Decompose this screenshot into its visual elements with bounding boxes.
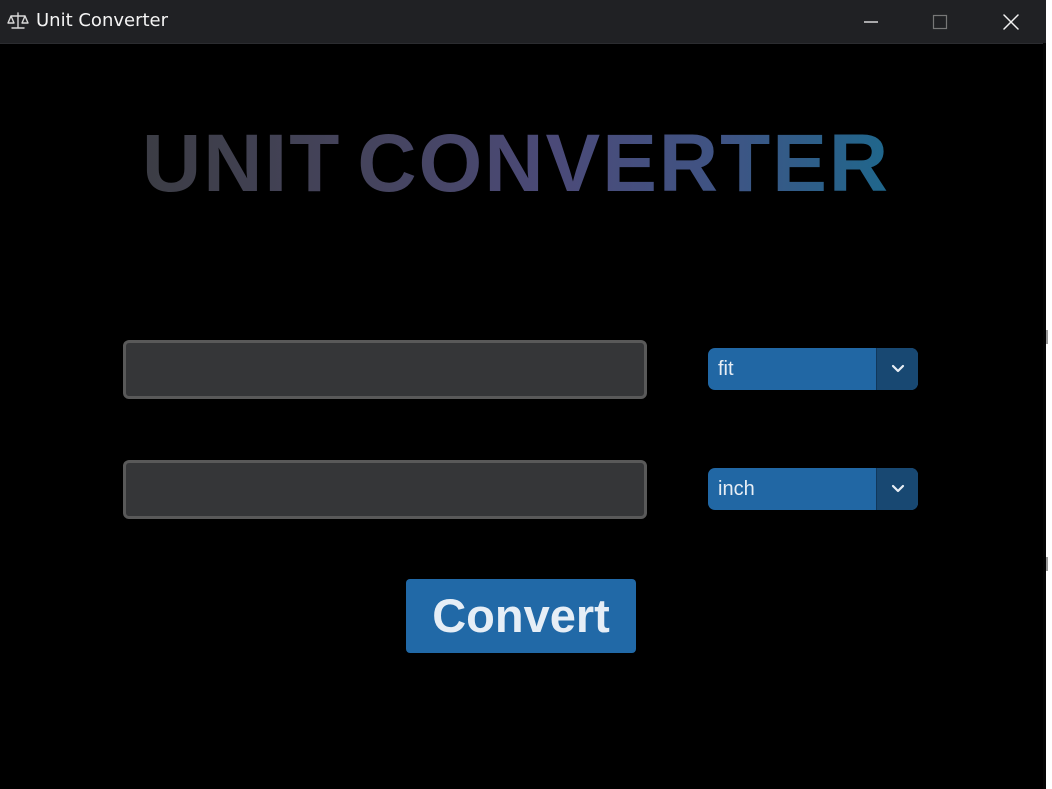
minimize-icon	[864, 20, 878, 23]
to-unit-value: inch	[718, 478, 755, 500]
from-value-input[interactable]	[123, 340, 647, 399]
from-unit-dropdown-arrow[interactable]	[876, 348, 918, 390]
chevron-down-icon	[891, 364, 904, 373]
window-title: Unit Converter	[36, 10, 169, 31]
to-value-input[interactable]	[123, 460, 647, 519]
from-unit-select[interactable]: fit	[708, 348, 918, 390]
maximize-icon	[932, 14, 948, 29]
converter-panel: UNIT CONVERTER fit inch Convert	[0, 44, 1046, 789]
scrollbar-mark-bottom	[1046, 557, 1048, 571]
scrollbar-mark-top	[1046, 330, 1048, 344]
minimize-button[interactable]	[842, 0, 900, 43]
from-unit-value: fit	[718, 358, 734, 380]
chevron-down-icon	[891, 484, 904, 493]
to-unit-dropdown-arrow[interactable]	[876, 468, 918, 510]
close-icon	[1003, 13, 1019, 30]
heading-word-converter: CONVERTER	[357, 118, 891, 209]
close-button[interactable]	[982, 0, 1040, 43]
convert-button[interactable]: Convert	[406, 579, 636, 653]
maximize-button[interactable]	[911, 0, 969, 43]
desktop-edge	[1046, 0, 1052, 789]
scales-icon	[7, 12, 29, 29]
to-unit-select[interactable]: inch	[708, 468, 918, 510]
heading-word-unit: UNIT	[142, 118, 342, 209]
app-heading: UNIT CONVERTER	[142, 118, 890, 210]
title-bar[interactable]: Unit Converter	[0, 0, 1046, 44]
unit-converter-window: Unit Converter UNIT CONVERTER fit inch C…	[0, 0, 1052, 789]
